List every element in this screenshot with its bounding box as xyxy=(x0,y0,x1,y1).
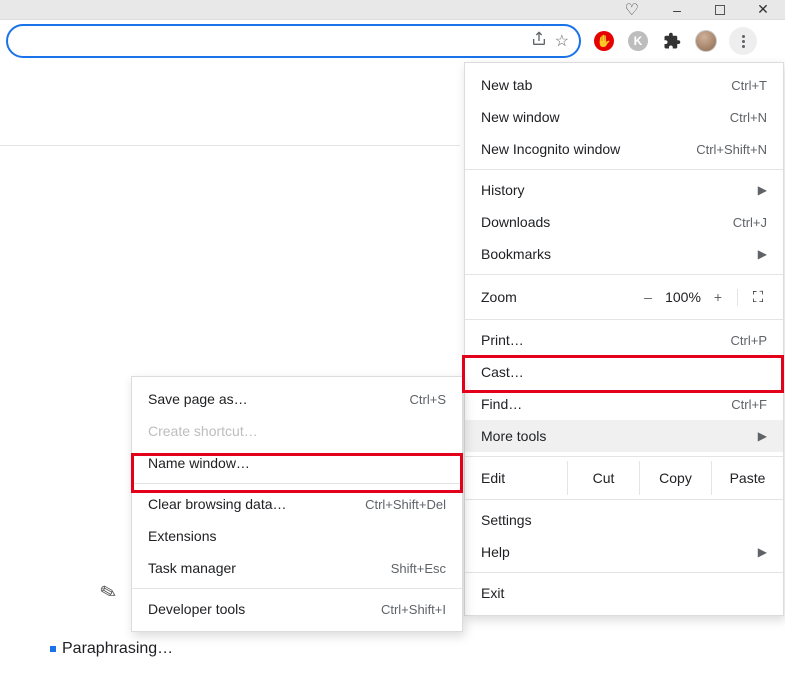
menu-shortcut: Ctrl+T xyxy=(731,78,767,93)
menu-label: New Incognito window xyxy=(481,141,696,157)
menu-label: Bookmarks xyxy=(481,246,758,262)
zoom-value: 100% xyxy=(661,289,705,305)
menu-shortcut: Ctrl+Shift+I xyxy=(381,602,446,617)
menu-label: Cast… xyxy=(481,364,767,380)
edit-paste-button[interactable]: Paste xyxy=(711,461,783,495)
menu-shortcut: Ctrl+Shift+N xyxy=(696,142,767,157)
menu-label: Save page as… xyxy=(148,391,410,407)
menu-settings[interactable]: Settings xyxy=(465,504,783,536)
menu-new-tab[interactable]: New tab Ctrl+T xyxy=(465,69,783,101)
submenu-extensions[interactable]: Extensions xyxy=(132,520,462,552)
menu-label: History xyxy=(481,182,758,198)
more-tools-submenu: Save page as… Ctrl+S Create shortcut… Na… xyxy=(131,376,463,632)
profile-avatar[interactable] xyxy=(695,30,717,52)
edit-label: Edit xyxy=(465,470,567,486)
pen-icon: ✎ xyxy=(97,578,120,606)
chevron-right-icon: ▶ xyxy=(758,429,767,443)
menu-separator xyxy=(132,588,462,589)
submenu-developer-tools[interactable]: Developer tools Ctrl+Shift+I xyxy=(132,593,462,625)
menu-downloads[interactable]: Downloads Ctrl+J xyxy=(465,206,783,238)
edit-copy-button[interactable]: Copy xyxy=(639,461,711,495)
chrome-main-menu: New tab Ctrl+T New window Ctrl+N New Inc… xyxy=(464,62,784,616)
menu-separator xyxy=(465,499,783,500)
menu-label: Create shortcut… xyxy=(148,423,446,439)
menu-label: Extensions xyxy=(148,528,446,544)
menu-edit-row: Edit Cut Copy Paste xyxy=(465,461,783,495)
menu-shortcut: Ctrl+F xyxy=(731,397,767,412)
zoom-label: Zoom xyxy=(481,289,635,305)
menu-label: Clear browsing data… xyxy=(148,496,365,512)
menu-shortcut: Ctrl+P xyxy=(731,333,767,348)
status-text: Paraphrasing… xyxy=(62,640,173,657)
menu-separator xyxy=(465,169,783,170)
menu-label: New tab xyxy=(481,77,731,93)
menu-new-window[interactable]: New window Ctrl+N xyxy=(465,101,783,133)
extensions-puzzle-icon[interactable] xyxy=(661,30,683,52)
menu-shortcut: Ctrl+Shift+Del xyxy=(365,497,446,512)
window-minimize-button[interactable]: – xyxy=(663,2,691,18)
menu-label: New window xyxy=(481,109,730,125)
menu-new-incognito[interactable]: New Incognito window Ctrl+Shift+N xyxy=(465,133,783,165)
menu-cast[interactable]: Cast… xyxy=(465,356,783,388)
window-maximize-button[interactable] xyxy=(715,5,725,15)
menu-label: Exit xyxy=(481,585,767,601)
menu-more-tools[interactable]: More tools ▶ xyxy=(465,420,783,452)
menu-separator xyxy=(465,456,783,457)
zoom-in-button[interactable]: + xyxy=(705,289,731,305)
menu-bookmarks[interactable]: Bookmarks ▶ xyxy=(465,238,783,270)
browser-toolbar: ☆ ✋ K xyxy=(0,20,785,62)
content-separator xyxy=(0,145,460,146)
menu-shortcut: Shift+Esc xyxy=(391,561,446,576)
menu-label: Downloads xyxy=(481,214,733,230)
submenu-create-shortcut: Create shortcut… xyxy=(132,415,462,447)
menu-zoom: Zoom – 100% + ⛶ xyxy=(465,279,783,315)
window-titlebar: ♡ – ✕ xyxy=(0,0,785,20)
menu-shortcut: Ctrl+N xyxy=(730,110,767,125)
heart-icon: ♡ xyxy=(625,0,639,20)
menu-label: Settings xyxy=(481,512,767,528)
address-bar[interactable]: ☆ xyxy=(6,24,581,58)
bookmark-star-icon[interactable]: ☆ xyxy=(555,31,569,51)
menu-label: Print… xyxy=(481,332,731,348)
menu-shortcut: Ctrl+J xyxy=(733,215,767,230)
edit-cut-button[interactable]: Cut xyxy=(567,461,639,495)
menu-history[interactable]: History ▶ xyxy=(465,174,783,206)
menu-label: Find… xyxy=(481,396,731,412)
url-input[interactable] xyxy=(18,32,523,50)
submenu-clear-browsing-data[interactable]: Clear browsing data… Ctrl+Shift+Del xyxy=(132,488,462,520)
fullscreen-icon[interactable]: ⛶ xyxy=(753,289,763,306)
page-status: Paraphrasing… xyxy=(50,640,173,658)
menu-find[interactable]: Find… Ctrl+F xyxy=(465,388,783,420)
menu-help[interactable]: Help ▶ xyxy=(465,536,783,568)
submenu-name-window[interactable]: Name window… xyxy=(132,447,462,479)
status-dot-icon xyxy=(50,646,56,652)
window-close-button[interactable]: ✕ xyxy=(749,1,777,18)
share-icon[interactable] xyxy=(531,31,547,52)
menu-print[interactable]: Print… Ctrl+P xyxy=(465,324,783,356)
menu-separator xyxy=(465,319,783,320)
menu-label: Developer tools xyxy=(148,601,381,617)
submenu-save-page[interactable]: Save page as… Ctrl+S xyxy=(132,383,462,415)
menu-label: Task manager xyxy=(148,560,391,576)
adblock-extension-icon[interactable]: ✋ xyxy=(593,30,615,52)
chevron-right-icon: ▶ xyxy=(758,247,767,261)
menu-separator xyxy=(465,274,783,275)
menu-separator xyxy=(465,572,783,573)
menu-label: More tools xyxy=(481,428,758,444)
chevron-right-icon: ▶ xyxy=(758,545,767,559)
zoom-out-button[interactable]: – xyxy=(635,289,661,305)
menu-label: Name window… xyxy=(148,455,446,471)
menu-shortcut: Ctrl+S xyxy=(410,392,446,407)
menu-separator xyxy=(132,483,462,484)
chevron-right-icon: ▶ xyxy=(758,183,767,197)
menu-label: Help xyxy=(481,544,758,560)
menu-exit[interactable]: Exit xyxy=(465,577,783,609)
chrome-menu-button[interactable] xyxy=(729,27,757,55)
submenu-task-manager[interactable]: Task manager Shift+Esc xyxy=(132,552,462,584)
toolbar-extensions: ✋ K xyxy=(581,27,757,55)
k-extension-icon[interactable]: K xyxy=(627,30,649,52)
